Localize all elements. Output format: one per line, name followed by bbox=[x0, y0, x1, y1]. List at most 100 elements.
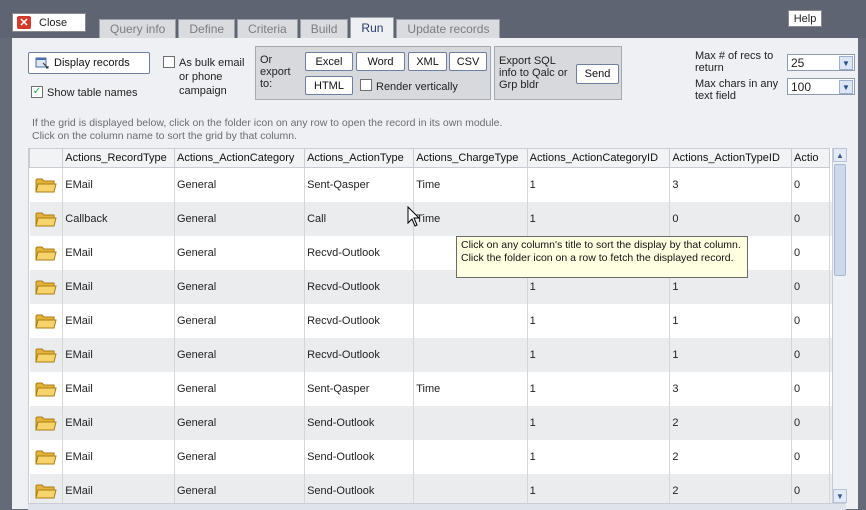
scroll-up-icon[interactable]: ▲ bbox=[833, 148, 847, 162]
tab-criteria[interactable]: Criteria bbox=[237, 19, 298, 38]
grid-cell: 1 bbox=[527, 304, 671, 338]
close-label: Close bbox=[39, 16, 68, 29]
grid-cell: Time bbox=[413, 372, 528, 406]
results-table: Actions_RecordType Actions_ActionCategor… bbox=[29, 148, 835, 508]
table-row: Callback General Call Time 1 0 0 bbox=[29, 202, 835, 236]
grid-cell: Time bbox=[413, 167, 528, 202]
grid-cell: 0 bbox=[791, 338, 830, 372]
grid-cell: 1 bbox=[669, 338, 793, 372]
grid-cell: EMail bbox=[62, 406, 175, 440]
max-chars-value: 100 bbox=[791, 79, 812, 94]
open-record-cell[interactable] bbox=[29, 270, 64, 304]
folder-icon[interactable] bbox=[35, 244, 57, 262]
column-header[interactable]: Actions_ActionCategory bbox=[173, 148, 306, 168]
column-header[interactable]: Actions_ChargeType bbox=[413, 148, 528, 168]
max-chars-label: Max chars in any text field bbox=[695, 78, 779, 102]
render-vertically-label: Render vertically bbox=[376, 81, 458, 93]
grid-cell: 0 bbox=[791, 202, 830, 236]
grid-cell: General bbox=[174, 406, 306, 440]
grid-cell: Recvd-Outlook bbox=[304, 270, 415, 304]
folder-icon[interactable] bbox=[35, 346, 57, 364]
max-recs-select[interactable]: 25 ▼ bbox=[787, 54, 855, 71]
results-grid: Actions_RecordType Actions_ActionCategor… bbox=[28, 148, 835, 509]
folder-icon[interactable] bbox=[35, 414, 57, 432]
grid-cell: 1 bbox=[527, 440, 671, 474]
help-button[interactable]: Help bbox=[788, 10, 822, 27]
bulk-campaign-checkbox[interactable] bbox=[163, 56, 175, 68]
grid-cell: Send-Outlook bbox=[304, 440, 415, 474]
column-header[interactable]: Actio bbox=[791, 148, 830, 168]
scroll-thumb[interactable] bbox=[834, 164, 846, 276]
grid-cell: General bbox=[174, 270, 306, 304]
grid-cell: 1 bbox=[669, 304, 793, 338]
export-csv-button[interactable]: CSV bbox=[449, 52, 487, 71]
tab-define[interactable]: Define bbox=[178, 19, 236, 38]
grid-cell: Recvd-Outlook bbox=[304, 304, 415, 338]
grid-cell: 0 bbox=[791, 440, 830, 474]
grid-cell: Send-Outlook bbox=[304, 406, 415, 440]
max-recs-value: 25 bbox=[791, 55, 805, 70]
grid-cell bbox=[413, 406, 528, 440]
tab-build[interactable]: Build bbox=[299, 19, 349, 38]
grid-cell: General bbox=[174, 167, 306, 202]
grid-cell: Recvd-Outlook bbox=[304, 236, 415, 270]
close-icon: ✕ bbox=[17, 16, 31, 29]
send-button[interactable]: Send bbox=[576, 64, 619, 84]
grid-cell: EMail bbox=[62, 236, 175, 270]
export-excel-button[interactable]: Excel bbox=[305, 52, 353, 71]
open-record-cell[interactable] bbox=[29, 372, 64, 406]
open-record-cell[interactable] bbox=[29, 440, 64, 474]
grid-cell: 0 bbox=[791, 372, 830, 406]
show-table-names-checkbox[interactable]: ✓ bbox=[31, 86, 43, 98]
vertical-scrollbar[interactable]: ▲ ▼ bbox=[832, 148, 847, 503]
folder-icon[interactable] bbox=[35, 176, 57, 194]
open-record-cell[interactable] bbox=[29, 304, 64, 338]
max-recs-label: Max # of recs to return bbox=[695, 50, 774, 74]
grid-cell: 2 bbox=[669, 440, 793, 474]
open-record-cell[interactable] bbox=[29, 406, 64, 440]
folder-icon[interactable] bbox=[35, 312, 57, 330]
scroll-down-icon[interactable]: ▼ bbox=[833, 489, 847, 503]
open-record-cell[interactable] bbox=[29, 236, 64, 270]
grid-cell: 3 bbox=[669, 372, 793, 406]
folder-icon[interactable] bbox=[35, 278, 57, 296]
tab-update-records[interactable]: Update records bbox=[396, 19, 501, 38]
grid-cell: General bbox=[174, 304, 306, 338]
grid-cell: 1 bbox=[527, 406, 671, 440]
display-records-button[interactable]: Display records bbox=[28, 52, 150, 74]
grid-cell: EMail bbox=[62, 440, 175, 474]
tab-run[interactable]: Run bbox=[350, 17, 395, 38]
column-header[interactable]: Actions_ActionCategoryID bbox=[526, 148, 671, 168]
folder-icon[interactable] bbox=[35, 380, 57, 398]
folder-icon[interactable] bbox=[35, 210, 57, 228]
table-row: EMail General Sent-Qasper Time 1 3 0 bbox=[29, 167, 835, 202]
column-header[interactable]: Actions_RecordType bbox=[62, 148, 175, 168]
grid-cell: General bbox=[174, 372, 306, 406]
table-row: EMail General Sent-Qasper Time 1 3 0 bbox=[29, 372, 835, 406]
render-vertically-checkbox[interactable] bbox=[360, 79, 372, 91]
open-record-cell[interactable] bbox=[29, 202, 64, 236]
show-table-names-label: Show table names bbox=[47, 87, 138, 99]
open-record-cell[interactable] bbox=[29, 167, 64, 202]
max-chars-select[interactable]: 100 ▼ bbox=[787, 78, 855, 95]
folder-icon[interactable] bbox=[35, 482, 57, 500]
column-header[interactable]: Actions_ActionTypeID bbox=[669, 148, 793, 168]
chevron-down-icon: ▼ bbox=[839, 56, 853, 70]
folder-icon[interactable] bbox=[35, 448, 57, 466]
export-word-button[interactable]: Word bbox=[356, 52, 405, 71]
grid-cell: 1 bbox=[527, 202, 671, 236]
grid-hint-text: If the grid is displayed below, click on… bbox=[32, 117, 503, 142]
open-record-cell[interactable] bbox=[29, 338, 64, 372]
grid-body: EMail General Sent-Qasper Time 1 3 0 Callback Ge… bbox=[29, 167, 835, 508]
display-records-icon bbox=[35, 57, 49, 69]
column-header[interactable]: Actions_ActionType bbox=[304, 148, 415, 168]
close-button[interactable]: ✕ Close bbox=[12, 13, 86, 32]
export-xml-button[interactable]: XML bbox=[408, 52, 447, 71]
mouse-cursor-icon bbox=[407, 206, 421, 227]
grid-cell: Recvd-Outlook bbox=[304, 338, 415, 372]
grid-cell: 0 bbox=[791, 406, 830, 440]
tab-query-info[interactable]: Query info bbox=[99, 19, 177, 38]
table-row: EMail General Send-Outlook 1 2 0 bbox=[29, 406, 835, 440]
export-html-button[interactable]: HTML bbox=[305, 76, 353, 95]
grid-cell bbox=[413, 304, 528, 338]
